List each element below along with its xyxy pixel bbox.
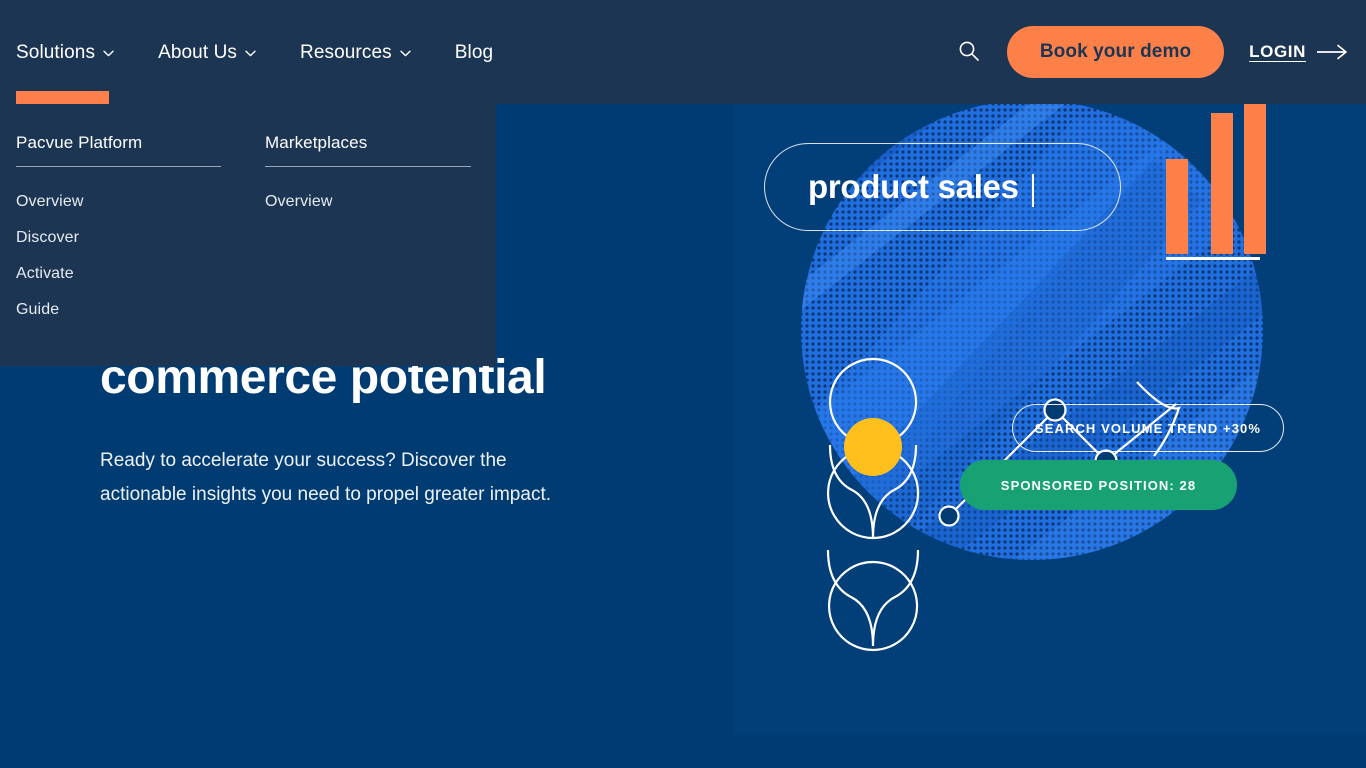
book-demo-button[interactable]: Book your demo — [1006, 26, 1225, 78]
menu-column-heading: Marketplaces — [265, 133, 368, 152]
search-query-pill: product sales — [764, 143, 1121, 231]
nav-item-about-us[interactable]: About Us — [158, 43, 256, 62]
menu-item-activate[interactable]: Activate — [16, 256, 249, 292]
nav-item-label: Blog — [454, 41, 494, 63]
menu-item-marketplaces-overview[interactable]: Overview — [265, 184, 496, 220]
nav-item-blog[interactable]: Blog — [455, 43, 493, 62]
menu-item-guide[interactable]: Guide — [16, 292, 249, 328]
menu-column-marketplaces: Marketplaces Overview — [249, 134, 496, 328]
bar-1 — [1166, 159, 1188, 254]
header-actions: Book your demo LOGIN — [950, 0, 1366, 104]
menu-column-divider — [265, 166, 471, 167]
site-header: Solutions About Us Resources Blog Book y… — [0, 0, 1366, 104]
menu-column-pacvue-platform: Pacvue Platform Overview Discover Activa… — [0, 134, 249, 328]
page-root: product sales SEARCH VOLUME TREND +30% S… — [0, 0, 1366, 768]
solutions-mega-menu[interactable]: Pacvue Platform Overview Discover Activa… — [0, 104, 496, 366]
menu-column-divider — [16, 166, 221, 167]
hero-copy: commerce potential Ready to accelerate y… — [100, 352, 600, 513]
nav-item-label: Solutions — [16, 41, 96, 63]
primary-nav: Solutions About Us Resources Blog — [16, 0, 493, 104]
nav-item-label: Resources — [300, 41, 392, 63]
text-caret — [1031, 173, 1034, 207]
search-button[interactable] — [950, 33, 988, 71]
bar-chart-baseline — [1166, 257, 1260, 260]
chevron-down-icon — [400, 48, 411, 59]
chevron-down-icon — [103, 48, 114, 59]
nav-item-solutions[interactable]: Solutions — [16, 43, 114, 62]
nav-item-label: About Us — [158, 41, 238, 63]
bar-3 — [1244, 85, 1266, 254]
menu-column-heading: Pacvue Platform — [16, 133, 143, 152]
nav-item-resources[interactable]: Resources — [300, 43, 411, 62]
search-volume-trend-label: SEARCH VOLUME TREND +30% — [1034, 420, 1262, 436]
hero-subtitle: Ready to accelerate your success? Discov… — [100, 449, 551, 506]
arrow-right-icon — [1317, 44, 1348, 60]
search-query-text: product sales — [808, 168, 1019, 205]
active-nav-indicator — [16, 91, 109, 104]
yellow-dot — [844, 418, 902, 476]
bar-chart — [1166, 85, 1266, 265]
chevron-down-icon — [245, 48, 256, 59]
search-volume-trend-badge: SEARCH VOLUME TREND +30% — [1012, 404, 1284, 452]
login-label: LOGIN — [1249, 42, 1306, 61]
login-link[interactable]: LOGIN — [1249, 42, 1348, 62]
search-icon — [958, 40, 980, 65]
sponsored-position-label: SPONSORED POSITION: 28 — [1000, 477, 1197, 493]
sponsored-position-badge: SPONSORED POSITION: 28 — [960, 460, 1237, 510]
menu-item-discover[interactable]: Discover — [16, 220, 249, 256]
menu-item-overview[interactable]: Overview — [16, 184, 249, 220]
bar-2 — [1211, 112, 1233, 254]
